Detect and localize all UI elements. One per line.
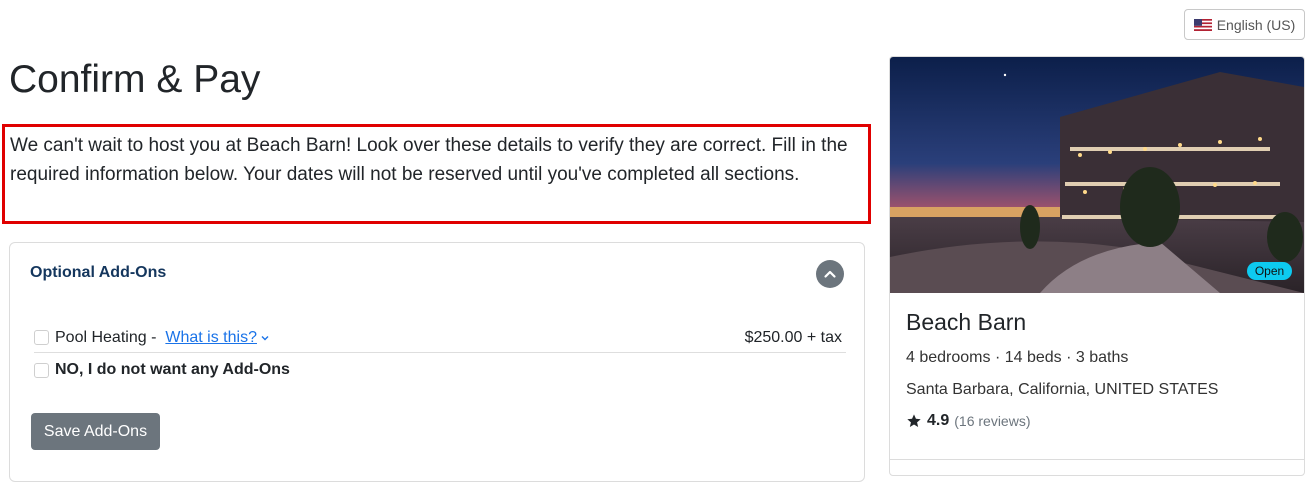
property-location: Santa Barbara, California, UNITED STATES	[906, 381, 1219, 398]
intro-highlight-box: We can't wait to host you at Beach Barn!…	[2, 124, 871, 224]
no-addons-checkbox[interactable]	[34, 362, 49, 378]
what-is-this-link[interactable]: What is this?	[165, 329, 270, 347]
pool-heating-label: Pool Heating -	[55, 328, 157, 346]
chevron-down-icon	[261, 335, 269, 340]
addon-row-no-addons: NO, I do not want any Add-Ons	[34, 359, 846, 381]
property-details: 4 bedrooms · 14 beds · 3 baths	[906, 349, 1129, 366]
page-title: Confirm & Pay	[9, 58, 261, 101]
star-icon	[907, 414, 921, 427]
us-flag-icon	[1193, 18, 1212, 31]
review-count[interactable]: (16 reviews)	[954, 413, 1030, 429]
rating-value: 4.9	[927, 412, 950, 429]
property-name: Beach Barn	[906, 309, 1027, 335]
addons-title: Optional Add-Ons	[30, 264, 167, 281]
optional-addons-card: Optional Add-Ons Pool Heating - What is …	[9, 242, 865, 482]
property-photo	[890, 57, 1304, 293]
save-addons-button[interactable]: Save Add-Ons	[31, 413, 160, 450]
card-divider	[890, 459, 1304, 460]
property-rating: 4.9 (16 reviews)	[906, 412, 1031, 430]
property-card: Open Beach Barn 4 bedrooms · 14 beds · 3…	[889, 56, 1305, 476]
intro-text: We can't wait to host you at Beach Barn!…	[10, 135, 848, 185]
addon-row-pool-heating: Pool Heating - What is this? $250.00 + t…	[34, 323, 846, 353]
collapse-addons-button[interactable]	[816, 260, 844, 288]
no-addons-label: NO, I do not want any Add-Ons	[55, 361, 290, 378]
chevron-up-icon	[824, 270, 836, 278]
language-label: English (US)	[1216, 16, 1296, 33]
pool-heating-checkbox[interactable]	[34, 330, 49, 345]
open-status-badge: Open	[1247, 262, 1292, 280]
language-selector[interactable]: English (US)	[1184, 9, 1305, 40]
pool-heating-price: $250.00 + tax	[744, 328, 842, 346]
